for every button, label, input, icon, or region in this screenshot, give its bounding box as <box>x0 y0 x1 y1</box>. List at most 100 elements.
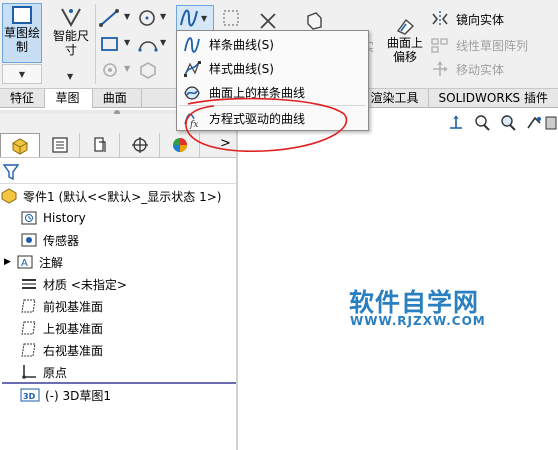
expand-arrow-icon[interactable]: ▶ <box>4 257 16 267</box>
rectangle-icon[interactable] <box>98 34 122 54</box>
chevron-down-icon: ▼ <box>201 13 208 23</box>
history-icon <box>20 210 38 226</box>
linear-pattern-label: 线性草图阵列 <box>456 38 529 53</box>
chevron-down-icon[interactable]: ▼ <box>124 12 130 21</box>
view-orientation-icon[interactable] <box>446 113 466 133</box>
tree-item-origin[interactable]: 原点 <box>20 362 67 382</box>
smart-dimension-label: 智能尺寸 <box>53 29 90 57</box>
graphics-area[interactable] <box>238 108 558 450</box>
tab-sketch[interactable]: 草图 <box>45 89 93 108</box>
filter-icon[interactable] <box>3 163 19 181</box>
tree-item-annotations[interactable]: ▶ A 注解 <box>4 252 63 272</box>
sketch-button[interactable]: 草图绘制 <box>2 3 42 63</box>
tree-item-sensors[interactable]: 传感器 <box>20 230 79 250</box>
offset-on-surface-button[interactable]: 曲面上偏移 <box>384 16 426 64</box>
linear-pattern-button[interactable]: 线性草图阵列 <box>430 36 528 54</box>
tree-item-material[interactable]: 材质 <未指定> <box>20 274 127 294</box>
tree-item-label: 注解 <box>39 255 64 270</box>
tree-item-label: 右视基准面 <box>43 343 104 358</box>
convert-entities-icon[interactable] <box>304 10 324 32</box>
move-entities-button[interactable]: 移动实体 <box>430 60 504 78</box>
sketch-icon <box>12 6 32 24</box>
menu-item-spline[interactable]: 样条曲线(S) <box>179 33 366 56</box>
linear-pattern-icon <box>431 38 448 53</box>
sensor-icon <box>20 232 38 248</box>
smart-dimension-dropdown[interactable]: ▼ <box>67 68 73 82</box>
chevron-down-icon[interactable]: ▼ <box>160 38 166 47</box>
tab-configuration-manager[interactable] <box>80 133 120 157</box>
annotation-icon: A <box>16 254 34 270</box>
offset-on-surface-label: 曲面上偏移 <box>386 36 423 64</box>
origin-icon <box>20 364 38 380</box>
trim-entities-icon[interactable] <box>258 10 278 32</box>
spline-icon <box>180 9 198 27</box>
material-icon <box>20 276 38 292</box>
tab-solidworks-addins[interactable]: SOLIDWORKS 插件 <box>429 89 558 108</box>
tab-display-manager[interactable] <box>160 133 200 157</box>
display-manager-icon <box>172 138 187 152</box>
menu-item-equation-curve[interactable]: fx 方程式驱动的曲线 <box>179 107 366 130</box>
tab-property-manager[interactable] <box>40 133 80 157</box>
menu-item-style-spline[interactable]: 样式曲线(S) <box>179 57 366 80</box>
watermark-url: WWW.RJZXW.COM <box>350 314 486 328</box>
smart-dimension-button[interactable]: 智能尺寸 <box>48 5 94 65</box>
3d-sketch-icon: 3D <box>20 387 40 403</box>
tab-feature-manager[interactable] <box>0 133 40 157</box>
chevron-down-icon[interactable]: ▼ <box>160 12 166 21</box>
tab-features[interactable]: 特征 <box>0 89 46 108</box>
zoom-to-fit-icon[interactable] <box>472 113 492 133</box>
sketch-fillet-icon[interactable] <box>98 60 122 80</box>
tree-item-label: (-) 3D草图1 <box>45 388 112 403</box>
mirror-entities-button[interactable]: 镜向实体 <box>430 10 504 28</box>
tree-root-part[interactable]: 零件1 (默认<<默认>_显示状态 1>) <box>0 186 221 206</box>
tree-item-label: 原点 <box>43 365 68 380</box>
plane-icon <box>20 298 38 314</box>
tab-surfaces[interactable]: 曲面 <box>93 89 142 108</box>
zoom-to-area-icon[interactable] <box>498 113 518 133</box>
tree-item-3d-sketch[interactable]: 3D (-) 3D草图1 <box>20 385 111 405</box>
menu-item-label: 方程式驱动的曲线 <box>209 112 306 126</box>
move-label: 移动实体 <box>456 62 505 77</box>
tree-item-history[interactable]: History <box>20 208 86 228</box>
circle-icon[interactable] <box>137 8 159 28</box>
line-icon[interactable] <box>98 8 122 28</box>
mirror-icon <box>432 11 448 27</box>
section-view-icon[interactable] <box>544 113 558 133</box>
sketch-dropdown[interactable]: ▼ <box>2 64 42 84</box>
tree-item-label: 上视基准面 <box>43 321 104 336</box>
previous-view-icon[interactable] <box>524 113 544 133</box>
chevron-down-icon[interactable]: ▼ <box>124 64 130 73</box>
menu-separator <box>179 105 366 106</box>
spline-button[interactable]: ▼ <box>176 5 214 31</box>
construction-geometry-icon[interactable] <box>221 8 241 28</box>
svg-text:3D: 3D <box>23 392 36 401</box>
tree-item-label: 传感器 <box>43 233 80 248</box>
move-icon <box>433 61 448 76</box>
smart-dimension-icon <box>61 8 81 28</box>
offset-on-surface-icon <box>396 18 415 35</box>
sketch-label: 草图绘制 <box>4 26 41 54</box>
menu-item-label: 样条曲线(S) <box>209 38 274 52</box>
tab-dimxpert-manager[interactable] <box>120 133 160 157</box>
tree-item-label: 材质 <未指定> <box>43 277 127 292</box>
surface-spline-icon <box>179 83 205 103</box>
polygon-icon[interactable] <box>137 60 159 80</box>
tree-root-label: 零件1 (默认<<默认>_显示状态 1>) <box>23 189 222 204</box>
chevron-down-icon[interactable]: ▼ <box>124 38 130 47</box>
tree-item-right-plane[interactable]: 右视基准面 <box>20 340 103 360</box>
separator <box>95 4 96 84</box>
arc-icon[interactable] <box>137 34 159 54</box>
more-tabs-icon[interactable]: > <box>220 136 231 151</box>
equation-curve-icon: fx <box>179 109 205 129</box>
rollback-bar[interactable] <box>2 382 236 384</box>
tab-render-tools[interactable]: 渲染工具 <box>361 89 429 108</box>
tree-item-label: History <box>43 211 86 225</box>
plane-icon <box>20 342 38 358</box>
configuration-manager-icon <box>93 137 106 152</box>
tree-item-front-plane[interactable]: 前视基准面 <box>20 296 103 316</box>
tree-filter[interactable] <box>0 160 236 184</box>
menu-item-surface-spline[interactable]: 曲面上的样条曲线 <box>179 81 366 104</box>
dimxpert-icon <box>131 137 148 153</box>
tree-item-top-plane[interactable]: 上视基准面 <box>20 318 103 338</box>
chevron-down-icon: ▼ <box>18 69 26 79</box>
